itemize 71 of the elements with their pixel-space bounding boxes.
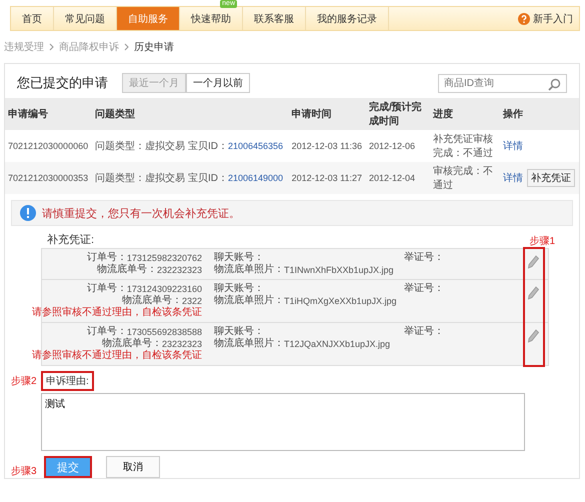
field-label: 聊天账号： — [214, 326, 264, 338]
field-value: 2322 — [182, 295, 202, 307]
breadcrumb-link[interactable]: 历史申请 — [134, 40, 174, 54]
progress-status: 审核完成：不通过 — [430, 162, 500, 194]
field-label: 物流底单照片： — [214, 264, 284, 276]
filter-tab[interactable]: 一个月以前 — [186, 73, 250, 93]
column-header: 申请编号 — [5, 98, 92, 130]
item-id-link[interactable]: 21006456356 — [228, 141, 284, 151]
field-label: 订单号： — [86, 326, 127, 338]
step-annotation: 步骤2 — [11, 374, 38, 388]
field-value: 232232323 — [156, 264, 202, 276]
chevron-icon — [49, 43, 54, 51]
field-label: 物流底单号： — [96, 264, 157, 276]
step-annotation: 步骤3 — [11, 464, 38, 478]
pencil-icon[interactable] — [527, 329, 539, 343]
table-cell: 2012-12-03 11:36 — [288, 130, 366, 162]
detail-link[interactable]: 详情 — [502, 141, 523, 152]
detail-link[interactable]: 详情 — [502, 173, 523, 184]
table-cell: 问题类型：虚拟交易 宝贝ID： — [95, 141, 228, 152]
field-label: 举证号： — [404, 252, 444, 264]
field-label: 聊天账号： — [214, 252, 264, 264]
warning-text: 请参照审核不通过理由，自检该条凭证 — [32, 307, 202, 319]
table-cell: 2012-12-03 11:27 — [288, 162, 366, 194]
notice-text: 请慎重提交，您只有一次机会补充凭证。 — [42, 206, 240, 220]
field-label: 举证号： — [404, 326, 444, 338]
column-header: 申请时间 — [288, 98, 366, 130]
field-label: 物流底单号： — [122, 295, 182, 306]
column-header: 进度 — [430, 98, 500, 130]
nav-tab[interactable]: 首页 — [11, 7, 54, 30]
table-cell: 7021212030000060 — [5, 130, 92, 162]
pencil-icon[interactable] — [527, 255, 539, 269]
field-label: 订单号： — [86, 283, 127, 295]
table-cell: 2012-12-06 — [366, 130, 430, 162]
info-icon — [20, 205, 36, 221]
table-cell: 2012-12-04 — [366, 162, 430, 194]
help-icon — [518, 12, 530, 24]
search-icon[interactable] — [548, 78, 561, 90]
nav-tab[interactable]: 我的服务记录 — [306, 7, 389, 30]
field-value: T1iHQmXgXeXXb1upJX.jpg — [284, 295, 397, 307]
reason-field[interactable]: 测试 — [41, 393, 525, 451]
column-header: 完成/预计完成时间 — [366, 98, 430, 130]
search-field[interactable]: 商品ID查询 — [438, 74, 567, 92]
field-label: 物流底单照片： — [214, 295, 284, 307]
evidence-label: 补充凭证: — [47, 234, 94, 246]
field-label: 物流底单号： — [102, 338, 162, 350]
field-value: T12JQaXNJXXb1upJX.jpg — [284, 338, 390, 350]
table-cell: 问题类型：虚拟交易 宝贝ID： — [95, 173, 228, 184]
reason-label: 申诉理由: — [41, 371, 94, 391]
supplement-button[interactable]: 补充凭证 — [526, 169, 575, 187]
nav-tab[interactable]: 联系客服 — [243, 7, 306, 30]
field-value: 173125982320762 — [126, 252, 202, 264]
field-label: 物流底单照片： — [214, 338, 284, 350]
step-annotation: 步骤1 — [529, 234, 555, 248]
column-header: 问题类型 — [92, 98, 289, 130]
warning-text: 请参照审核不通过理由，自检该条凭证 — [32, 350, 202, 362]
field-label: 聊天账号： — [214, 283, 264, 294]
field-value: 173124309223160 — [126, 283, 202, 294]
field-label: 举证号： — [404, 283, 444, 295]
chevron-icon — [124, 43, 129, 51]
progress-status: 补充凭证审核完成：不通过 — [430, 130, 500, 162]
item-id-link[interactable]: 21006149000 — [228, 173, 284, 183]
field-label: 订单号： — [86, 252, 127, 264]
column-header: 操作 — [500, 98, 579, 130]
cancel-button[interactable]: 取消 — [106, 456, 160, 478]
field-value: 23232323 — [162, 338, 202, 350]
pencil-icon[interactable] — [527, 286, 539, 300]
table-cell: 7021212030000353 — [5, 162, 92, 194]
section-title: 您已提交的申请 — [17, 74, 108, 92]
field-value: T1INwnXhFbXXb1upJX.jpg — [284, 264, 394, 276]
field-value: 173055692838588 — [126, 326, 202, 338]
help-link[interactable]: 新手入门 — [533, 12, 573, 26]
